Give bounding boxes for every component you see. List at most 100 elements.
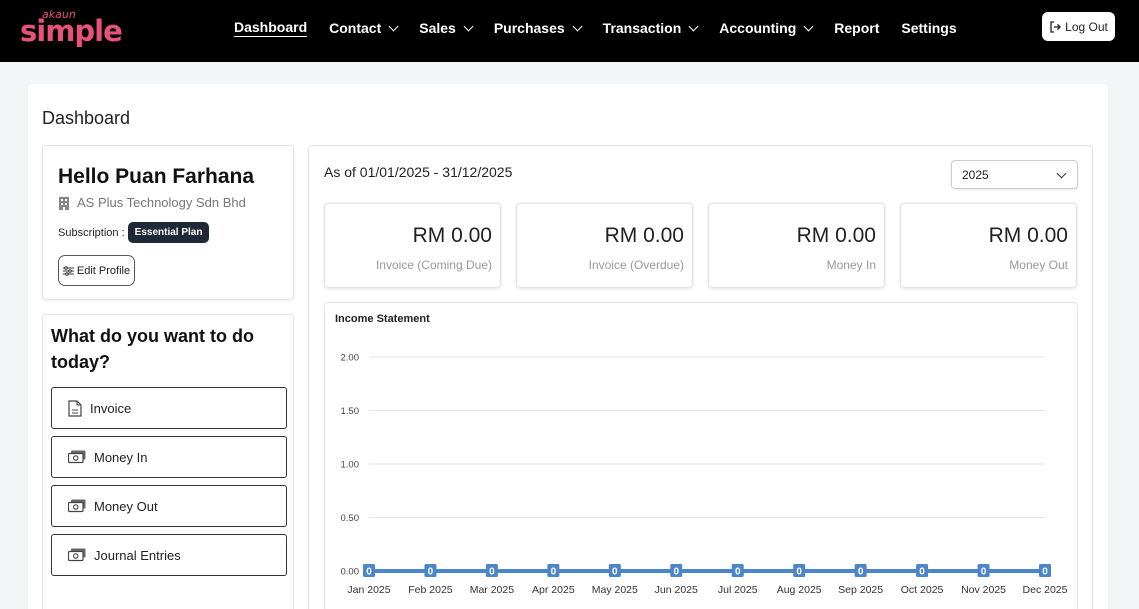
y-tick-label: 1.50 — [341, 406, 360, 417]
nav-item-label: Contact — [329, 20, 382, 36]
logout-button[interactable]: Log Out — [1042, 12, 1115, 41]
year-select[interactable]: 2025 — [951, 160, 1078, 189]
data-label: 0 — [366, 567, 372, 578]
edit-profile-button[interactable]: Edit Profile — [58, 255, 135, 286]
company-label: AS Plus Technology Sdn Bhd — [77, 195, 246, 210]
action-money-in-button[interactable]: Money In — [51, 436, 287, 478]
greeting: Hello Puan Farhana — [58, 165, 255, 188]
edit-profile-label: Edit Profile — [76, 264, 131, 277]
main-content: Dashboard Hello Puan Farhana AS Plus Tec… — [28, 84, 1108, 609]
profile-card: Hello Puan Farhana AS Plus Technology Sd… — [42, 145, 294, 300]
y-tick-label: 0.00 — [341, 567, 360, 578]
stat-card: RM 0.00 Money Out — [900, 203, 1077, 288]
x-tick-label: Oct 2025 — [901, 584, 944, 596]
logout-icon — [1050, 20, 1062, 33]
brand-logo-big: simple — [20, 14, 123, 48]
x-tick-label: Sep 2025 — [838, 584, 883, 596]
nav-item-label: Sales — [419, 20, 456, 36]
quick-actions-card: What do you want to do today? Invoice Mon… — [42, 314, 294, 609]
nav-item-label: Settings — [901, 20, 957, 36]
x-tick-label: Jan 2025 — [347, 584, 390, 596]
x-tick-label: Aug 2025 — [777, 584, 822, 596]
stat-amount: RM 0.00 — [988, 224, 1068, 247]
chevron-down-icon — [463, 21, 474, 31]
stat-label: Invoice (Overdue) — [588, 258, 684, 272]
stat-card: RM 0.00 Invoice (Overdue) — [516, 203, 693, 288]
stat-amount: RM 0.00 — [412, 224, 492, 247]
building-icon — [59, 196, 69, 210]
cash-icon — [68, 499, 86, 513]
action-invoice-button[interactable]: Invoice — [51, 387, 287, 429]
stat-amount: RM 0.00 — [604, 224, 684, 247]
sliders-icon — [62, 265, 74, 276]
stat-amount: RM 0.00 — [796, 224, 876, 247]
cash-icon — [68, 450, 86, 464]
data-label: 0 — [1042, 567, 1048, 578]
nav-item-purchases[interactable]: Purchases — [493, 18, 583, 38]
quick-actions-title: What do you want to do today? — [51, 326, 254, 372]
nav-item-label: Dashboard — [234, 19, 308, 37]
x-tick-label: Feb 2025 — [408, 584, 453, 596]
year-select-value: 2025 — [962, 167, 989, 182]
chevron-down-icon — [388, 21, 399, 31]
x-tick-label: Dec 2025 — [1023, 584, 1068, 596]
y-tick-label: 0.50 — [341, 513, 360, 524]
nav-item-label: Transaction — [602, 20, 682, 36]
data-label: 0 — [735, 567, 741, 578]
x-tick-label: Mar 2025 — [470, 584, 515, 596]
data-label: 0 — [858, 567, 864, 578]
stat-card: RM 0.00 Invoice (Coming Due) — [324, 203, 501, 288]
nav-item-label: Report — [834, 20, 880, 36]
chevron-down-icon — [803, 21, 814, 31]
stat-card: RM 0.00 Money In — [708, 203, 885, 288]
data-label: 0 — [551, 567, 557, 578]
x-tick-label: Nov 2025 — [961, 584, 1006, 596]
data-label: 0 — [919, 567, 925, 578]
x-tick-label: Jun 2025 — [655, 584, 698, 596]
stat-label: Money Out — [1009, 258, 1068, 272]
document-icon — [68, 399, 82, 417]
action-label: Money In — [94, 449, 148, 465]
nav-item-sales[interactable]: Sales — [419, 18, 474, 38]
nav-item-accounting[interactable]: Accounting — [719, 18, 814, 38]
data-label: 0 — [428, 567, 434, 578]
action-money-out-button[interactable]: Money Out — [51, 485, 287, 527]
y-tick-label: 2.00 — [341, 353, 360, 364]
plan-badge: Essential Plan — [127, 222, 210, 243]
summary-panel: As of 01/01/2025 - 31/12/2025 2025 RM 0.… — [308, 145, 1093, 609]
y-tick-label: 1.00 — [341, 460, 360, 471]
data-label: 0 — [981, 567, 987, 578]
nav-item-dashboard[interactable]: Dashboard — [234, 18, 308, 38]
data-label: 0 — [612, 567, 618, 578]
nav-item-label: Purchases — [493, 20, 565, 36]
action-label: Money Out — [94, 498, 158, 514]
action-label: Invoice — [90, 400, 132, 416]
chevron-down-icon — [572, 21, 583, 31]
nav-item-report[interactable]: Report — [834, 18, 879, 38]
x-tick-label: May 2025 — [592, 584, 638, 596]
chevron-down-icon — [1056, 168, 1067, 179]
brand-logo[interactable]: akaun simple — [20, 8, 123, 48]
main-nav: Dashboard Contact Sales Purchases Transactio… — [234, 18, 979, 38]
nav-item-transaction[interactable]: Transaction — [602, 18, 699, 38]
logout-label: Log Out — [1065, 19, 1108, 34]
subscription: Subscription : Essential Plan — [58, 222, 210, 243]
page-title: Dashboard — [42, 108, 131, 128]
chevron-down-icon — [688, 21, 699, 31]
nav-item-label: Accounting — [719, 20, 797, 36]
action-label: Journal Entries — [94, 547, 181, 563]
stat-label: Money In — [826, 258, 876, 272]
data-label: 0 — [489, 567, 495, 578]
cash-icon — [68, 548, 86, 562]
chart-canvas: 0.00 0.50 1.00 1.50 2.00 0 0 0 0 0 0 0 0 0 0 0 0 Jan 2025… — [341, 353, 1068, 597]
x-tick-label: Jul 2025 — [718, 584, 758, 596]
nav-item-contact[interactable]: Contact — [329, 18, 399, 38]
top-navbar: akaun simple Dashboard Contact Sales Purcha… — [0, 0, 1139, 62]
company-name: AS Plus Technology Sdn Bhd — [58, 195, 246, 210]
x-tick-label: Apr 2025 — [532, 584, 575, 596]
nav-item-settings[interactable]: Settings — [901, 18, 956, 38]
date-range: As of 01/01/2025 - 31/12/2025 — [324, 164, 513, 180]
income-statement-chart: Income Statement 0.00 0.50 1.00 1.50 2.00 0 0 0… — [324, 302, 1078, 609]
action-journal-entries-button[interactable]: Journal Entries — [51, 534, 287, 576]
stat-label: Invoice (Coming Due) — [375, 258, 492, 272]
